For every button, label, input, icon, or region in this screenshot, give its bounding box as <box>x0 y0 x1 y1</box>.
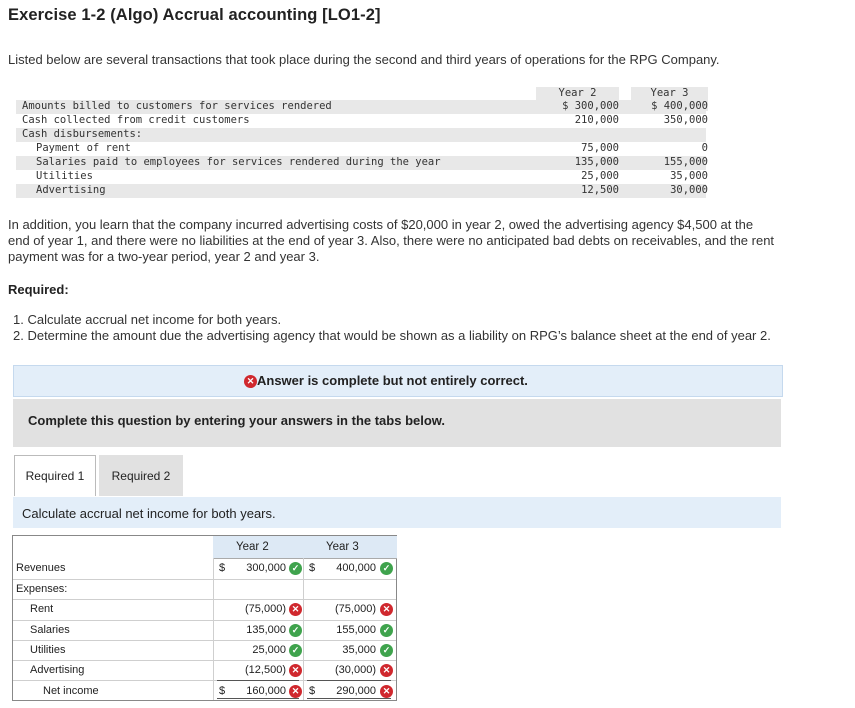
tx-row: Payment of rent 75,000 0 <box>16 142 708 156</box>
tx-y2: 25,000 <box>581 170 619 182</box>
tx-y3: 350,000 <box>663 114 708 126</box>
addition-text-1: In addition, you learn that the company … <box>8 217 754 232</box>
check-icon: ✓ <box>380 624 393 637</box>
utilities-year2-input[interactable]: 25,000 <box>186 644 286 656</box>
row-label-revenues: Revenues <box>16 562 66 574</box>
page-title: Exercise 1-2 (Algo) Accrual accounting [… <box>8 6 381 24</box>
instruction-text: Calculate accrual net income for both ye… <box>22 506 276 521</box>
tx-y3: 155,000 <box>663 156 708 168</box>
x-icon: ✕ <box>380 664 393 677</box>
addition-text-2: end of year 1, and there were no liabili… <box>8 233 775 248</box>
tx-row: Amounts billed to customers for services… <box>16 100 708 114</box>
instruction-banner: Calculate accrual net income for both ye… <box>13 497 781 528</box>
row-label-utilities: Utilities <box>30 644 66 656</box>
utilities-year3-input[interactable]: 35,000 <box>276 644 376 656</box>
x-icon: ✕ <box>380 603 393 616</box>
net-income-year2-input[interactable]: 160,000 <box>186 685 286 697</box>
required-heading: Required: <box>8 282 69 297</box>
tx-row: Cash collected from credit customers 210… <box>16 114 708 128</box>
complete-question-text: Complete this question by entering your … <box>28 413 446 428</box>
addition-text-3: payment was for a two-year period, year … <box>8 249 320 264</box>
tx-header-year3: Year 3 <box>650 87 689 99</box>
tx-y2: 12,500 <box>581 184 619 196</box>
row-label-advertising: Advertising <box>30 664 85 676</box>
tx-y2: 210,000 <box>574 114 619 126</box>
tx-label: Cash collected from credit customers <box>22 114 250 126</box>
tx-y3: $ 400,000 <box>651 100 708 112</box>
tx-y3: 0 <box>701 142 708 154</box>
rent-year2-input[interactable]: (75,000) <box>186 603 286 615</box>
required-2-text: 2. Determine the amount due the advertis… <box>13 328 771 343</box>
advertising-year2-input[interactable]: (12,500) <box>186 664 286 676</box>
tab-required-1[interactable]: Required 1 <box>14 455 96 496</box>
grid-header-year3: Year 3 <box>326 541 359 553</box>
tx-label: Payment of rent <box>36 142 131 154</box>
tx-row: Salaries paid to employees for services … <box>16 156 708 170</box>
tx-label: Utilities <box>36 170 93 182</box>
tx-row: Advertising 12,500 30,000 <box>16 184 708 198</box>
check-icon: ✓ <box>380 562 393 575</box>
tx-y3: 30,000 <box>670 184 708 196</box>
answer-grid: Year 2 Year 3 Revenues $ 300,000 ✓ $ 400… <box>12 535 397 701</box>
row-label-net-income: Net income <box>43 685 99 697</box>
tx-label: Advertising <box>36 184 106 196</box>
advertising-year3-input[interactable]: (30,000) <box>276 664 376 676</box>
row-label-salaries: Salaries <box>30 624 70 636</box>
tx-row: Utilities 25,000 35,000 <box>16 170 708 184</box>
check-icon: ✓ <box>380 644 393 657</box>
tx-y3: 35,000 <box>670 170 708 182</box>
net-income-year3-input[interactable]: 290,000 <box>276 685 376 697</box>
grid-header-year2: Year 2 <box>236 541 269 553</box>
salaries-year2-input[interactable]: 135,000 <box>186 624 286 636</box>
tx-y2: $ 300,000 <box>562 100 619 112</box>
x-icon: ✕ <box>380 685 393 698</box>
tx-header-year2: Year 2 <box>558 87 597 99</box>
answer-status-banner: ✕ Answer is complete but not entirely co… <box>13 365 783 397</box>
tab-required-2[interactable]: Required 2 <box>99 455 183 496</box>
intro-text: Listed below are several transactions th… <box>8 52 720 67</box>
tx-label: Cash disbursements: <box>22 128 143 140</box>
rent-year3-input[interactable]: (75,000) <box>276 603 376 615</box>
tx-label: Amounts billed to customers for services… <box>22 100 332 112</box>
revenues-year2-input[interactable]: 300,000 <box>186 562 286 574</box>
tx-row: Cash disbursements: <box>16 128 706 142</box>
revenues-year3-input[interactable]: 400,000 <box>276 562 376 574</box>
tx-y2: 75,000 <box>581 142 619 154</box>
x-icon: ✕ <box>244 375 257 388</box>
answer-status-text: Answer is complete but not entirely corr… <box>257 373 528 388</box>
row-label-expenses: Expenses: <box>16 583 68 595</box>
row-label-rent: Rent <box>30 603 54 615</box>
required-1-text: 1. Calculate accrual net income for both… <box>13 312 282 327</box>
tx-y2: 135,000 <box>574 156 619 168</box>
tx-label: Salaries paid to employees for services … <box>36 156 441 168</box>
complete-question-banner: Complete this question by entering your … <box>13 399 781 447</box>
salaries-year3-input[interactable]: 155,000 <box>276 624 376 636</box>
